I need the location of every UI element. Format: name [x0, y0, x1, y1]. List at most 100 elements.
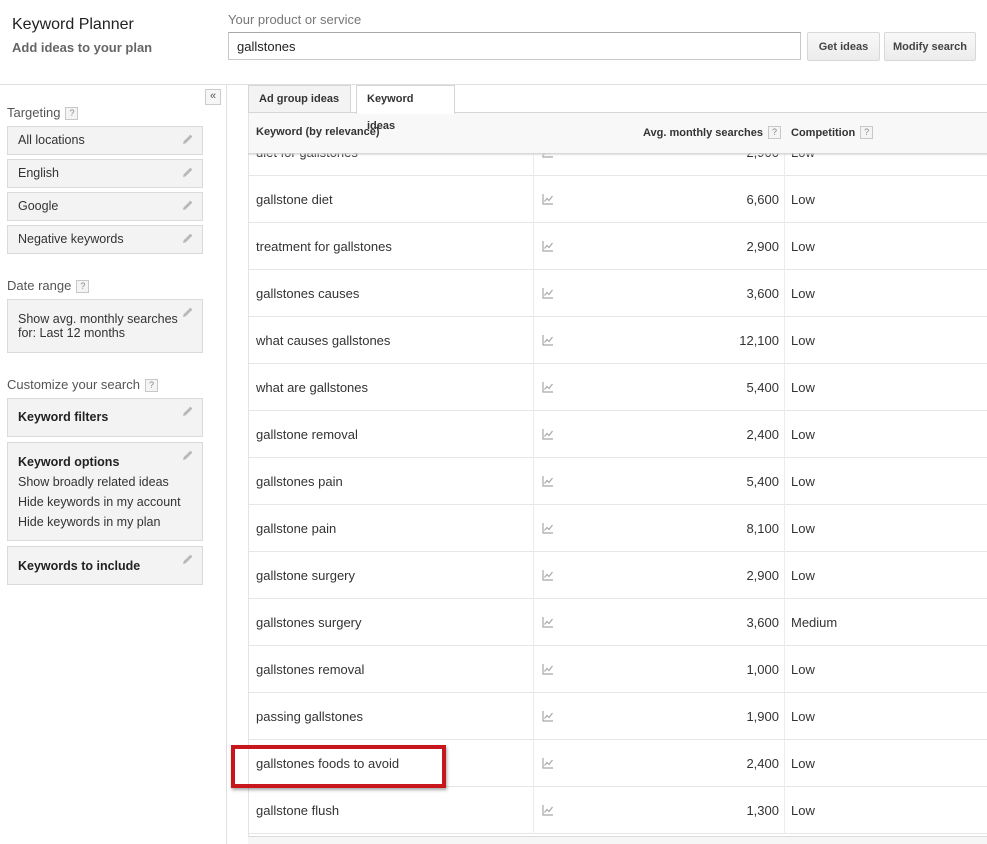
cell-divider [533, 599, 534, 646]
keyword-filters-box[interactable]: Keyword filters [7, 398, 203, 437]
trend-chart-icon[interactable] [542, 663, 554, 675]
table-row[interactable]: gallstones causes 3,600 Low [249, 270, 987, 317]
keyword-cell[interactable]: passing gallstones [256, 709, 363, 724]
keyword-options-box[interactable]: Keyword options Show broadly related ide… [7, 442, 203, 541]
table-row[interactable]: gallstones surgery 3,600 Medium [249, 599, 987, 646]
tab-ad-group-ideas[interactable]: Ad group ideas [248, 85, 351, 113]
pencil-icon[interactable] [182, 166, 194, 178]
pencil-icon[interactable] [182, 553, 194, 565]
tab-keyword-ideas[interactable]: Keyword ideas [356, 85, 455, 132]
cell-divider [784, 740, 785, 787]
help-icon[interactable]: ? [144, 379, 158, 392]
competition-cell: Low [791, 709, 815, 724]
trend-chart-icon[interactable] [542, 240, 554, 252]
table-row[interactable]: gallstones removal 1,000 Low [249, 646, 987, 693]
table-row[interactable]: gallstone flush 1,300 Low [249, 787, 987, 834]
keywords-to-include-box[interactable]: Keywords to include [7, 546, 203, 585]
targeting-negative-keywords-label: Negative keywords [18, 232, 124, 246]
column-competition-header[interactable]: Competition? [791, 126, 874, 139]
help-icon[interactable]: ? [768, 126, 781, 139]
table-row[interactable]: passing gallstones 1,900 Low [249, 693, 987, 740]
keyword-cell[interactable]: treatment for gallstones [256, 239, 392, 254]
keyword-cell[interactable]: gallstone diet [256, 192, 333, 207]
competition-cell: Medium [791, 615, 838, 630]
pencil-icon[interactable] [182, 306, 194, 318]
get-ideas-button[interactable]: Get ideas [807, 32, 880, 61]
trend-chart-icon[interactable] [542, 475, 554, 487]
customize-heading: Customize your search? [7, 377, 158, 392]
app-subtitle: Add ideas to your plan [12, 40, 153, 55]
table-row[interactable]: gallstones pain 5,400 Low [249, 458, 987, 505]
trend-chart-icon[interactable] [542, 193, 554, 205]
keyword-table-body[interactable]: diet for gallstones2,900Lowgallstone die… [248, 153, 987, 836]
targeting-heading: Targeting? [7, 105, 79, 120]
column-keyword-header[interactable]: Keyword (by relevance) [256, 126, 380, 138]
date-range-box[interactable]: Show avg. monthly searches for: Last 12 … [7, 299, 203, 353]
pencil-icon[interactable] [182, 405, 194, 417]
keyword-cell[interactable]: gallstone removal [256, 427, 358, 442]
pencil-icon[interactable] [182, 133, 194, 145]
help-icon[interactable]: ? [860, 126, 874, 139]
table-row[interactable]: what causes gallstones 12,100 Low [249, 317, 987, 364]
collapse-left-icon[interactable]: « [205, 89, 221, 105]
table-row[interactable]: what are gallstones 5,400 Low [249, 364, 987, 411]
trend-chart-icon[interactable] [542, 710, 554, 722]
cell-divider [784, 693, 785, 740]
table-row[interactable]: gallstone removal 2,400 Low [249, 411, 987, 458]
keyword-cell[interactable]: what causes gallstones [256, 333, 390, 348]
cell-divider [784, 458, 785, 505]
pencil-icon[interactable] [182, 449, 194, 461]
keyword-cell[interactable]: gallstones removal [256, 662, 364, 677]
targeting-network[interactable]: Google [7, 192, 203, 221]
cell-divider [533, 552, 534, 599]
competition-cell: Low [791, 521, 815, 536]
trend-chart-icon[interactable] [542, 334, 554, 346]
table-row[interactable]: diet for gallstones2,900Low [249, 153, 987, 176]
table-row[interactable]: gallstone diet 6,600 Low [249, 176, 987, 223]
pencil-icon[interactable] [182, 232, 194, 244]
column-avg-searches-header[interactable]: Avg. monthly searches? [643, 126, 781, 139]
trend-chart-icon[interactable] [542, 287, 554, 299]
trend-chart-icon[interactable] [542, 522, 554, 534]
competition-cell: Low [791, 662, 815, 677]
keyword-cell[interactable]: gallstone surgery [256, 568, 355, 583]
targeting-network-label: Google [18, 199, 59, 213]
cell-divider [533, 646, 534, 693]
cell-divider [533, 176, 534, 223]
cell-divider [533, 411, 534, 458]
keyword-cell[interactable]: gallstones causes [256, 286, 359, 301]
keyword-cell[interactable]: gallstones pain [256, 474, 343, 489]
cell-divider [784, 505, 785, 552]
customize-heading-text: Customize your search [7, 377, 140, 392]
help-icon[interactable]: ? [76, 280, 90, 293]
trend-chart-icon[interactable] [542, 428, 554, 440]
modify-search-button[interactable]: Modify search [884, 32, 976, 61]
table-row[interactable]: gallstone surgery 2,900 Low [249, 552, 987, 599]
keyword-cell[interactable]: what are gallstones [256, 380, 368, 395]
column-competition-text: Competition [791, 127, 856, 139]
search-label: Your product or service [228, 12, 362, 27]
cell-divider [784, 599, 785, 646]
product-search-input[interactable] [228, 32, 801, 60]
trend-chart-icon[interactable] [542, 569, 554, 581]
competition-cell: Low [791, 803, 815, 818]
trend-chart-icon[interactable] [542, 381, 554, 393]
competition-cell: Low [791, 333, 815, 348]
trend-chart-icon[interactable] [542, 804, 554, 816]
table-row[interactable]: treatment for gallstones 2,900 Low [249, 223, 987, 270]
keyword-cell[interactable]: gallstone flush [256, 803, 339, 818]
trend-chart-icon[interactable] [542, 757, 554, 769]
targeting-heading-text: Targeting [7, 105, 61, 120]
pencil-icon[interactable] [182, 199, 194, 211]
targeting-languages[interactable]: English [7, 159, 203, 188]
highlight-box [231, 745, 446, 788]
keyword-cell[interactable]: gallstones surgery [256, 615, 362, 630]
help-icon[interactable]: ? [65, 107, 79, 120]
trend-chart-icon[interactable] [542, 616, 554, 628]
targeting-negative-keywords[interactable]: Negative keywords [7, 225, 203, 254]
competition-cell: Low [791, 239, 815, 254]
keyword-cell[interactable]: gallstone pain [256, 521, 336, 536]
date-range-line1: Show avg. monthly searches [18, 312, 178, 326]
targeting-locations[interactable]: All locations [7, 126, 203, 155]
table-row[interactable]: gallstone pain 8,100 Low [249, 505, 987, 552]
